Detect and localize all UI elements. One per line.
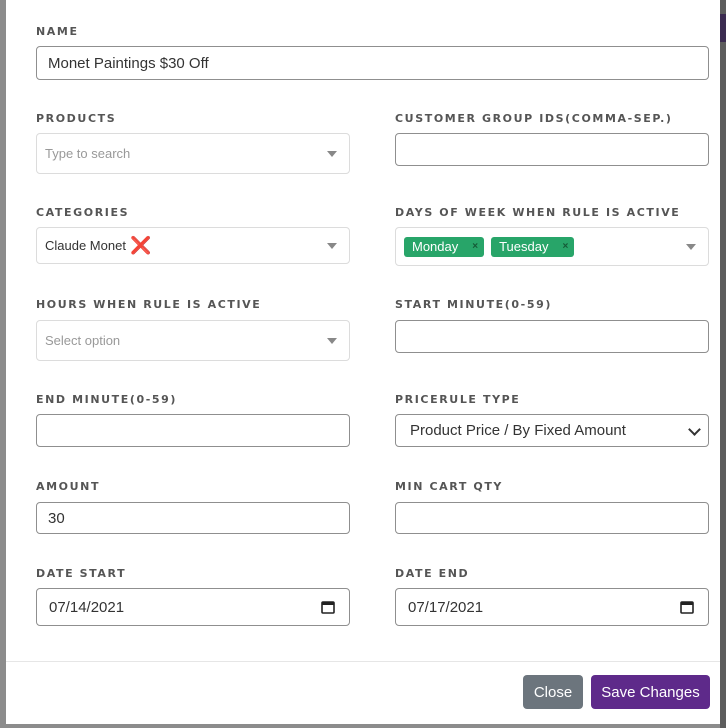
categories-select[interactable]: Claude Monet ❌ <box>36 227 350 264</box>
save-changes-button[interactable]: Save Changes <box>591 675 710 709</box>
chevron-down-icon <box>688 422 701 436</box>
customer-group-ids-input[interactable] <box>395 133 709 166</box>
end-minute-input[interactable] <box>36 414 350 447</box>
date-start-input[interactable]: 07/14/2021 <box>36 588 350 626</box>
pricerule-type-select[interactable]: Product Price / By Fixed Amount <box>395 414 709 447</box>
chevron-down-icon <box>327 242 337 249</box>
min-cart-qty-label: MIN CART QTY <box>395 480 503 493</box>
day-tag-label: Monday <box>412 239 459 254</box>
min-cart-qty-input[interactable] <box>395 502 709 534</box>
name-label: NAME <box>36 25 79 38</box>
remove-tag-icon[interactable]: × <box>562 241 568 252</box>
name-value: Monet Paintings $30 Off <box>48 54 209 72</box>
footer-divider <box>6 661 720 662</box>
date-start-value: 07/14/2021 <box>49 598 125 616</box>
date-end-label: DATE END <box>395 567 470 580</box>
start-minute-input[interactable] <box>395 320 709 353</box>
categories-label: CATEGORIES <box>36 206 130 219</box>
customer-group-ids-label: CUSTOMER GROUP IDS(COMMA-SEP.) <box>395 112 673 125</box>
products-placeholder: Type to search <box>45 146 131 161</box>
close-button[interactable]: Close <box>523 675 583 709</box>
remove-category-icon[interactable]: ❌ <box>130 237 151 254</box>
day-tag-tuesday: Tuesday × <box>491 236 575 257</box>
products-label: PRODUCTS <box>36 112 117 125</box>
days-of-week-label: DAYS OF WEEK WHEN RULE IS ACTIVE <box>395 206 681 219</box>
date-end-value: 07/17/2021 <box>408 598 484 616</box>
chevron-down-icon <box>327 150 337 157</box>
days-of-week-select[interactable]: Monday × Tuesday × <box>395 227 709 266</box>
date-end-input[interactable]: 07/17/2021 <box>395 588 709 626</box>
start-minute-label: START MINUTE(0-59) <box>395 298 552 311</box>
hours-placeholder: Select option <box>45 333 121 348</box>
pricerule-type-label: PRICERULE TYPE <box>395 393 521 406</box>
calendar-icon[interactable] <box>321 600 335 614</box>
products-select[interactable]: Type to search <box>36 133 350 174</box>
amount-label: AMOUNT <box>36 480 101 493</box>
date-start-label: DATE START <box>36 567 127 580</box>
end-minute-label: END MINUTE(0-59) <box>36 393 178 406</box>
pricerule-type-selected: Product Price / By Fixed Amount <box>410 422 626 439</box>
chevron-down-icon <box>327 337 337 344</box>
hours-label: HOURS WHEN RULE IS ACTIVE <box>36 298 262 311</box>
backdrop <box>720 0 726 728</box>
amount-input[interactable]: 30 <box>36 502 350 534</box>
day-tag-monday: Monday × <box>404 236 485 257</box>
calendar-icon[interactable] <box>680 600 694 614</box>
amount-value: 30 <box>48 509 65 527</box>
hours-select[interactable]: Select option <box>36 320 350 361</box>
name-input[interactable]: Monet Paintings $30 Off <box>36 46 709 80</box>
remove-tag-icon[interactable]: × <box>472 241 478 252</box>
chevron-down-icon <box>686 243 696 250</box>
categories-selected: Claude Monet <box>45 238 126 253</box>
price-rule-modal: NAME Monet Paintings $30 Off PRODUCTS Ty… <box>6 0 720 724</box>
day-tag-label: Tuesday <box>499 239 549 254</box>
backdrop-accent <box>720 14 726 42</box>
